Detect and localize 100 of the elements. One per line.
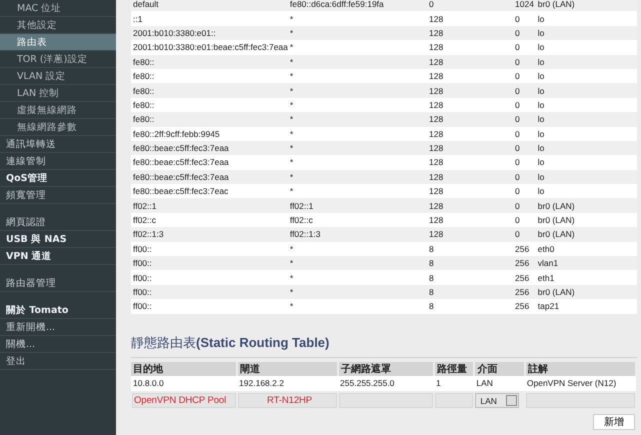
table-cell: tap21 — [538, 301, 560, 312]
table-cell: * — [290, 143, 294, 154]
table-cell: 0 — [515, 100, 520, 110]
table-cell: br0 (LAN) — [538, 200, 575, 211]
table-cell: fe80::beae:c5ff:fec3:7eaa — [133, 172, 229, 182]
table-cell: 0 — [515, 42, 520, 52]
add-button[interactable]: 新增 — [593, 414, 635, 430]
table-cell: * — [290, 172, 294, 182]
table-cell: 255.255.255.0 — [340, 378, 394, 388]
table-cell: 128 — [429, 114, 444, 124]
table-cell: lo — [538, 71, 544, 82]
table-cell: eth0 — [538, 244, 554, 254]
table-cell: 128 — [429, 229, 444, 240]
table-cell: 0 — [515, 172, 520, 182]
table-cell: lo — [538, 114, 544, 124]
table-cell: ff00:: — [133, 272, 152, 283]
table-cell: 128 — [429, 71, 444, 82]
input-field[interactable]: RT-N12HP — [238, 393, 338, 408]
table-cell: * — [290, 301, 294, 312]
column-header: 子網路遮罩 — [341, 364, 392, 375]
table-cell: 1 — [436, 378, 441, 388]
column-header: 路徑量 — [436, 364, 467, 375]
table-cell: vlan1 — [538, 258, 558, 268]
table-cell: 128 — [429, 100, 444, 110]
table-cell: 0 — [515, 86, 520, 96]
table-cell: fe80::beae:c5ff:fec3:7eaa — [133, 157, 229, 168]
table-cell: 256 — [515, 272, 530, 283]
table-cell: fe80:: — [133, 86, 154, 96]
table-cell: 0 — [515, 200, 520, 211]
table-cell: 192.168.2.2 — [239, 378, 284, 388]
table-cell: 0 — [515, 229, 520, 240]
table-cell: lo — [538, 28, 544, 38]
table-cell: ff02::1 — [133, 200, 156, 211]
table-cell: 0 — [515, 215, 520, 226]
table-cell: ff02::c — [290, 215, 313, 226]
table-cell: lo — [538, 143, 544, 154]
table-cell: 128 — [429, 14, 444, 24]
column-header: 閘道 — [240, 364, 260, 375]
table-cell: 256 — [515, 287, 530, 297]
table-cell: * — [290, 14, 294, 24]
table-cell: 0 — [429, 0, 434, 10]
table-cell: * — [290, 42, 294, 52]
table-cell: default — [133, 0, 159, 10]
section-title: 靜態路由表(Static Routing Table) — [131, 334, 637, 358]
table-cell: 8 — [429, 244, 434, 254]
table-cell: 2001:b010:3380:e01:: — [133, 28, 216, 38]
table-cell: 8 — [429, 272, 434, 283]
table-cell: 128 — [429, 28, 444, 38]
table-cell: * — [290, 71, 294, 82]
table-cell: 128 — [429, 56, 444, 67]
table-cell: fe80:: — [133, 71, 154, 82]
table-cell: lo — [538, 186, 544, 196]
table-cell: * — [290, 128, 294, 139]
table-cell: fe80::d6ca:6dff:fe59:19fa — [290, 0, 384, 10]
table-cell: 0 — [515, 157, 520, 168]
table-cell: 8 — [429, 258, 434, 268]
table-cell: br0 (LAN) — [538, 0, 575, 10]
table-cell: * — [290, 114, 294, 124]
table-cell: * — [290, 186, 294, 196]
table-cell: 128 — [429, 215, 444, 226]
table-cell: lo — [538, 128, 544, 139]
table-cell: 128 — [429, 128, 444, 139]
table-cell: fe80::beae:c5ff:fec3:7eaa — [133, 143, 229, 154]
table-cell: * — [290, 287, 294, 297]
table-cell: ff02::1:3 — [290, 229, 320, 240]
table-cell: 0 — [515, 128, 520, 139]
table-cell: * — [290, 244, 294, 254]
table-cell: 256 — [515, 258, 530, 268]
table-cell: 10.8.0.0 — [133, 378, 164, 388]
input-field[interactable]: OpenVPN DHCP Pool — [132, 393, 236, 408]
column-header: 註解 — [528, 364, 548, 375]
table-cell: 0 — [515, 143, 520, 154]
input-field[interactable] — [434, 393, 474, 408]
sidebar-item[interactable]: 路由表 — [0, 34, 116, 51]
table-cell: fe80::beae:c5ff:fec3:7eac — [133, 186, 228, 196]
table-cell: * — [290, 86, 294, 96]
table-cell: * — [290, 272, 294, 283]
table-cell: 0 — [515, 114, 520, 124]
table-cell: 8 — [429, 301, 434, 312]
table-cell: OpenVPN Server (N12) — [526, 378, 616, 388]
table-cell: 256 — [515, 244, 530, 254]
table-cell: fe80:: — [133, 100, 154, 110]
table-cell: 256 — [515, 301, 530, 312]
interface-dropdown[interactable]: LAN — [475, 393, 520, 408]
table-cell: ::1 — [133, 14, 142, 24]
table-cell: fe80:: — [133, 56, 154, 67]
table-cell: 0 — [515, 186, 520, 196]
table-cell: 128 — [429, 86, 444, 96]
table-cell: 0 — [515, 56, 520, 67]
table-cell: * — [290, 28, 294, 38]
table-cell: ff00:: — [133, 258, 152, 268]
table-cell: 2001:b010:3380:e01:beae:c5ff:fec3:7eaa — [133, 42, 288, 52]
table-cell: ff00:: — [133, 244, 152, 254]
table-cell: * — [290, 258, 294, 268]
table-cell: lo — [538, 172, 544, 182]
table-cell: lo — [538, 42, 544, 52]
table-cell: 8 — [429, 287, 434, 297]
table-cell: br0 (LAN) — [538, 215, 575, 226]
table-cell: 128 — [429, 42, 444, 52]
table-cell: LAN — [476, 378, 493, 388]
